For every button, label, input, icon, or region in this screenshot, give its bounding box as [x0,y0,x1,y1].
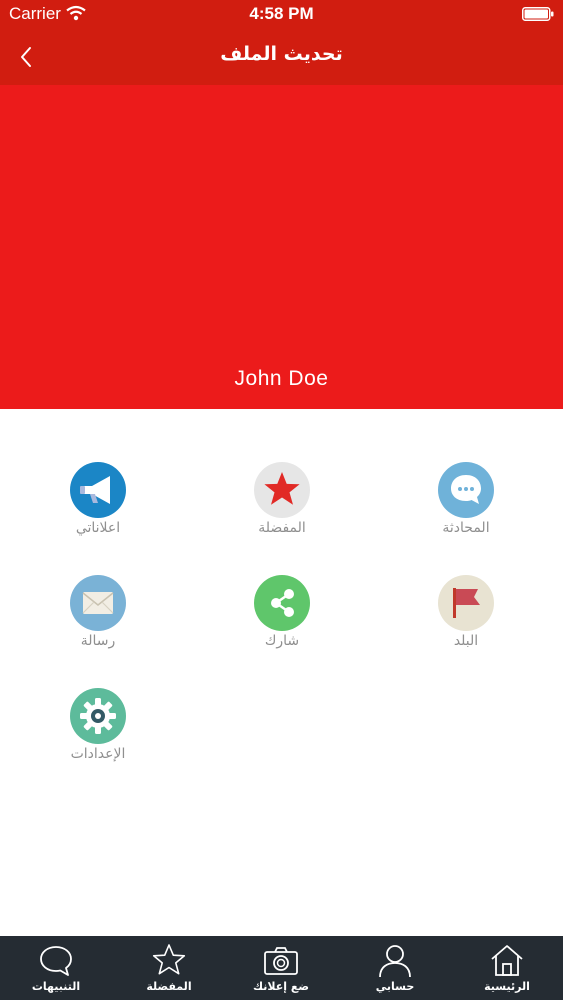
clock: 4:58 PM [249,4,314,23]
star-icon [254,462,310,518]
share-icon [254,575,310,631]
menu-item-message-label: رسالة [80,633,116,649]
tab-favorites-label: المفضلة [146,980,192,993]
menu-item-favorites-label: المفضلة [258,520,306,536]
navigation-bar: تحديث الملف [0,30,563,85]
menu-item-chat[interactable]: المحادثة [396,462,536,562]
menu-item-settings[interactable]: الإعدادات [28,688,168,788]
page-title: تحديث الملف [220,43,343,65]
menu-item-my-ads[interactable]: اعلاناتي [28,462,168,562]
megaphone-icon [70,462,126,518]
menu-item-chat-label: المحادثة [442,520,490,536]
menu-item-share[interactable]: شارك [212,575,352,675]
menu-item-country-label: البلد [453,633,479,649]
menu-item-favorites[interactable]: المفضلة [212,462,352,562]
menu-item-share-label: شارك [264,633,300,649]
profile-name: John Doe [234,367,329,390]
tab-bar: الرئيسية حسابي ضع إعلانك المفضلة التنبيه… [0,936,563,1000]
tab-account-label: حسابي [375,980,415,993]
status-bar: Carrier 4:58 PM [0,0,563,30]
profile-header: John Doe [0,85,563,409]
menu-item-my-ads-label: اعلاناتي [75,520,121,536]
flag-icon [438,575,494,631]
tab-post-ad[interactable]: ضع إعلانك [225,936,337,1000]
home-icon [491,945,523,976]
tab-favorites[interactable]: المفضلة [113,936,225,1000]
gear-icon [70,688,126,744]
tab-post-ad-label: ضع إعلانك [253,980,309,993]
star-outline-icon [152,944,186,975]
envelope-icon [70,575,126,631]
chat-bubble-icon [438,462,494,518]
menu-item-message[interactable]: رسالة [28,575,168,675]
user-icon [379,945,411,978]
camera-icon [264,947,298,975]
menu-item-country[interactable]: البلد [396,575,536,675]
tab-notifications-label: التنبيهات [31,980,81,993]
speech-bubble-icon [40,946,72,976]
menu-item-settings-label: الإعدادات [70,746,126,762]
tab-notifications[interactable]: التنبيهات [0,936,112,1000]
tab-home[interactable]: الرئيسية [451,936,563,1000]
tab-home-label: الرئيسية [484,980,530,993]
tab-account[interactable]: حسابي [339,936,451,1000]
battery-icon [522,7,554,21]
